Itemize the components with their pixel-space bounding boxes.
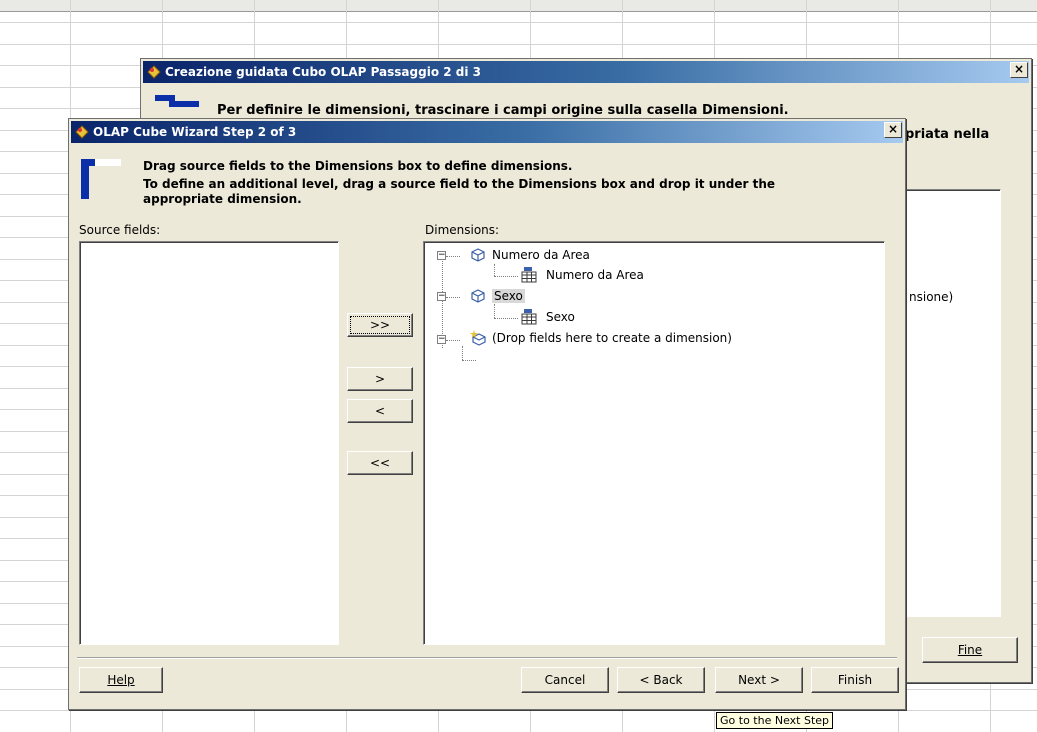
finish-button[interactable]: Finish bbox=[811, 667, 899, 693]
cube-icon bbox=[470, 247, 486, 263]
tree-item-label: Numero da Area bbox=[546, 268, 644, 282]
instruction-line-1: Drag source fields to the Dimensions box… bbox=[143, 159, 573, 173]
fine-label: Fine bbox=[957, 643, 983, 657]
instruction-line-2: To define an additional level, drag a so… bbox=[143, 177, 776, 191]
olap-wizard-icon bbox=[147, 65, 161, 79]
olap-cube-wizard-dialog: OLAP Cube Wizard Step 2 of 3 × Drag sour… bbox=[68, 118, 906, 710]
add-all-button[interactable]: >> bbox=[347, 313, 413, 337]
source-fields-label: Source fields: bbox=[79, 223, 161, 237]
help-button[interactable]: Help bbox=[79, 667, 163, 693]
tree-item-level-sexo[interactable]: Sexo bbox=[520, 308, 575, 326]
footer-separator bbox=[77, 657, 897, 659]
tree-item-dimension-numero-da-area[interactable]: Numero da Area bbox=[470, 247, 590, 263]
back-dialog-title: Creazione guidata Cubo OLAP Passaggio 2 … bbox=[165, 65, 482, 79]
olap-wizard-icon bbox=[75, 125, 89, 139]
dialog-titlebar: OLAP Cube Wizard Step 2 of 3 bbox=[71, 121, 903, 143]
tree-item-dimension-sexo[interactable]: Sexo bbox=[470, 288, 525, 304]
back-button[interactable]: < Back bbox=[617, 667, 705, 693]
dimensions-label: Dimensions: bbox=[425, 223, 500, 237]
new-cube-icon bbox=[470, 330, 486, 346]
tree-item-label: Numero da Area bbox=[492, 248, 590, 262]
back-dialog-partial-list-text: nsione) bbox=[909, 290, 954, 304]
tree-item-label: (Drop fields here to create a dimension) bbox=[492, 331, 732, 345]
grid-row-line bbox=[0, 44, 1037, 45]
instruction-line-3: appropriate dimension. bbox=[143, 192, 302, 206]
back-dialog-dimensions-list bbox=[905, 189, 1001, 617]
cancel-button[interactable]: Cancel bbox=[521, 667, 609, 693]
back-wizard-graphic-icon bbox=[155, 95, 199, 115]
add-button[interactable]: > bbox=[347, 367, 413, 391]
next-step-tooltip: Go to the Next Step bbox=[716, 712, 834, 729]
wizard-graphic-icon bbox=[81, 159, 121, 199]
cube-icon bbox=[470, 288, 486, 304]
expander-numero-da-area[interactable]: − bbox=[437, 251, 446, 260]
help-label: Help bbox=[107, 673, 135, 687]
tree-item-level-numero-da-area[interactable]: Numero da Area bbox=[520, 266, 644, 284]
column-header-bar bbox=[0, 0, 1037, 12]
back-dialog-titlebar: Creazione guidata Cubo OLAP Passaggio 2 … bbox=[143, 61, 1029, 83]
next-button[interactable]: Next > bbox=[715, 667, 803, 693]
dimensions-tree[interactable]: − − − Numero da Area Numero da Area Sexo bbox=[423, 241, 885, 645]
remove-all-button[interactable]: << bbox=[347, 451, 413, 475]
grid-row-line bbox=[0, 710, 1037, 711]
grid-row-line bbox=[0, 22, 1037, 23]
tree-item-label: Sexo bbox=[546, 310, 575, 324]
expander-sexo[interactable]: − bbox=[437, 292, 446, 301]
dialog-close-button[interactable]: × bbox=[884, 122, 902, 138]
expander-new-dimension[interactable]: − bbox=[437, 335, 446, 344]
back-dialog-close-button[interactable]: × bbox=[1010, 62, 1028, 78]
level-table-icon bbox=[520, 308, 538, 326]
back-dialog-fine-button[interactable]: Fine bbox=[922, 637, 1018, 663]
remove-button[interactable]: < bbox=[347, 399, 413, 423]
level-table-icon bbox=[520, 266, 538, 284]
tree-item-new-dimension[interactable]: (Drop fields here to create a dimension) bbox=[470, 330, 732, 346]
source-fields-list[interactable] bbox=[79, 241, 339, 645]
dialog-title: OLAP Cube Wizard Step 2 of 3 bbox=[93, 125, 297, 139]
back-dialog-instruction: Per definire le dimensioni, trascinare i… bbox=[217, 103, 789, 118]
tree-item-label-selected: Sexo bbox=[492, 289, 525, 303]
back-dialog-partial-text: priata nella bbox=[905, 127, 990, 142]
